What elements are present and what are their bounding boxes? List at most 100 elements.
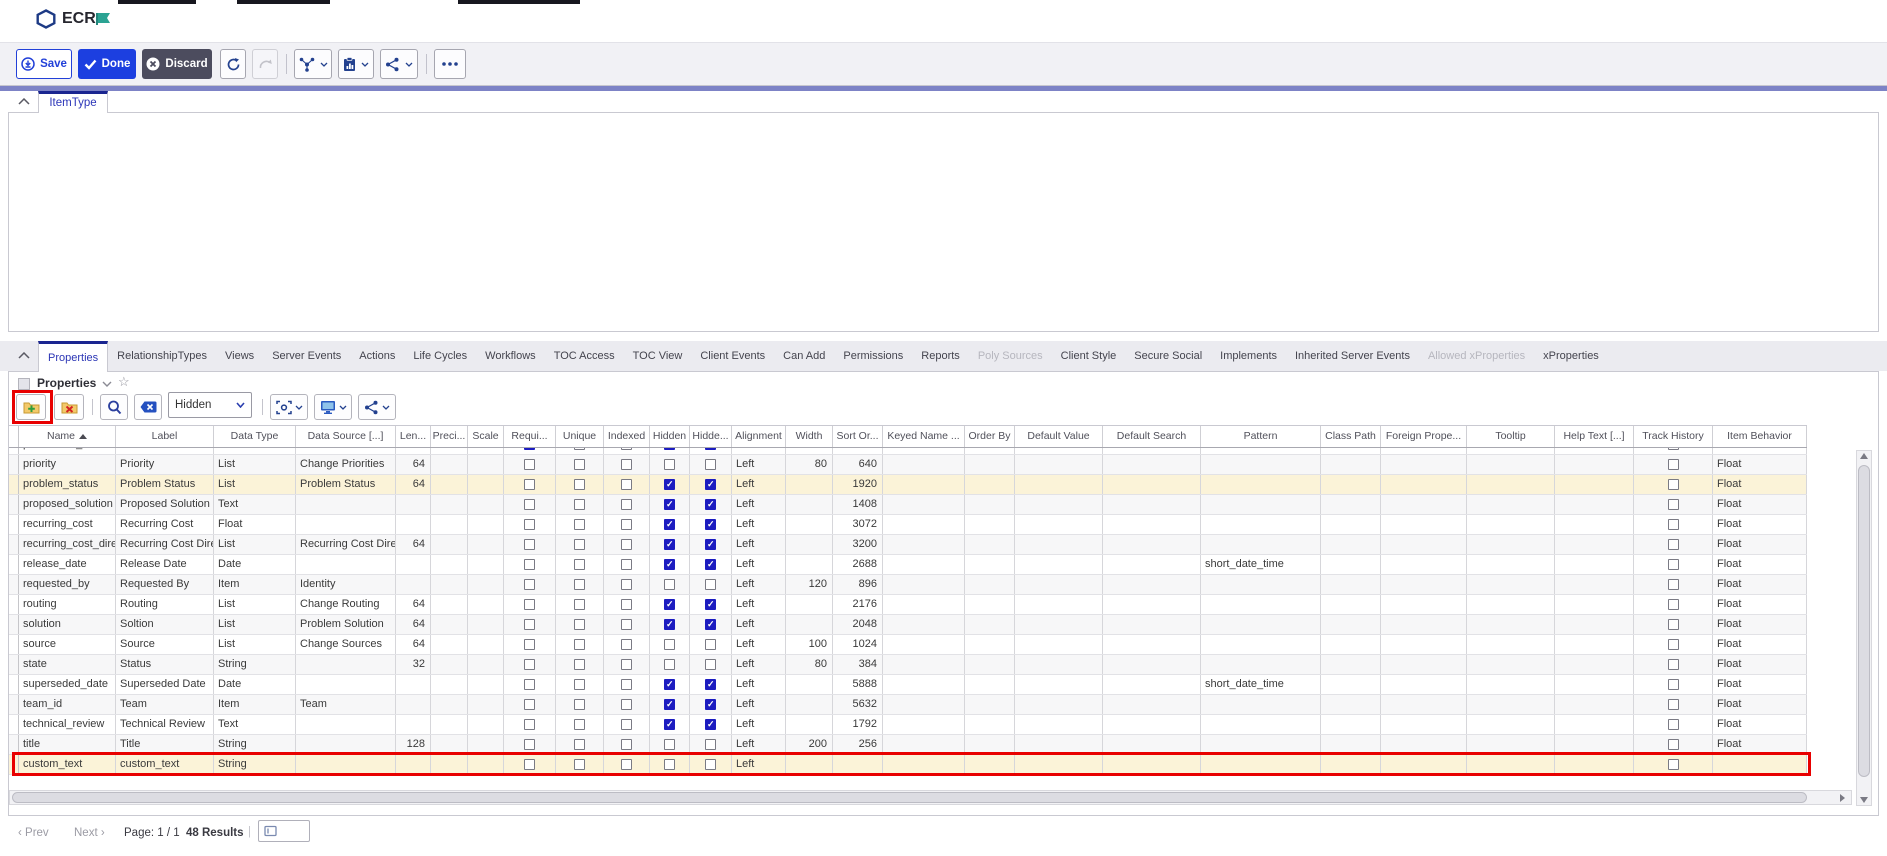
table-row-permission_id[interactable]: permission_idPermissionItemPermissionLef… <box>9 448 1807 455</box>
grid-cell-hidden2[interactable] <box>690 655 732 674</box>
grid-cell-tooltip[interactable] <box>1467 675 1555 694</box>
grid-cell-tooltip[interactable] <box>1467 615 1555 634</box>
grid-cell-hidden[interactable] <box>650 695 690 714</box>
grid-cell-default_search[interactable] <box>1103 695 1201 714</box>
grid-cell-data_source[interactable]: Team <box>296 695 396 714</box>
grid-cell-order_by[interactable] <box>965 675 1015 694</box>
grid-cell-preci[interactable] <box>431 475 468 494</box>
grid-cell-default_value[interactable] <box>1015 615 1103 634</box>
grid-cell-preci[interactable] <box>431 675 468 694</box>
grid-checkbox-unique[interactable] <box>574 459 585 470</box>
grid-cell-track_history[interactable] <box>1634 535 1713 554</box>
grid-cell-tooltip[interactable] <box>1467 755 1555 774</box>
grid-checkbox-hidden[interactable] <box>664 739 675 750</box>
grid-checkbox-track_history[interactable] <box>1668 599 1679 610</box>
grid-cell-hidden[interactable] <box>650 755 690 774</box>
grid-cell-len[interactable]: 64 <box>396 635 431 654</box>
grid-header-label[interactable]: Label <box>116 426 214 447</box>
grid-cell-alignment[interactable]: Left <box>732 595 786 614</box>
grid-cell-keyed_name[interactable] <box>883 455 965 474</box>
grid-cell-hidden2[interactable] <box>690 735 732 754</box>
grid-header-track_history[interactable]: Track History <box>1634 426 1713 447</box>
grid-cell-name[interactable]: recurring_cost <box>19 515 116 534</box>
grid-cell-data_source[interactable]: Recurring Cost Direc... <box>296 535 396 554</box>
grid-checkbox-unique[interactable] <box>574 659 585 670</box>
grid-cell-unique[interactable] <box>556 595 604 614</box>
grid-cell-required[interactable] <box>504 555 556 574</box>
grid-cell-pattern[interactable] <box>1201 595 1321 614</box>
grid-checkbox-indexed[interactable] <box>621 739 632 750</box>
grid-cell-default_value[interactable] <box>1015 735 1103 754</box>
grid-cell-data_source[interactable]: Problem Solution <box>296 615 396 634</box>
grid-cell-indexed[interactable] <box>604 715 650 734</box>
table-row-requested_by[interactable]: requested_byRequested ByItemIdentityLeft… <box>9 575 1807 595</box>
grid-cell-unique[interactable] <box>556 515 604 534</box>
grid-checkbox-hidden2[interactable] <box>705 699 716 710</box>
collapse-form-chevron-icon[interactable] <box>18 98 30 105</box>
grid-cell-indexed[interactable] <box>604 615 650 634</box>
grid-cell-track_history[interactable] <box>1634 735 1713 754</box>
grid-cell-data_type[interactable]: List <box>214 595 296 614</box>
grid-cell-hidden2[interactable] <box>690 675 732 694</box>
grid-cell-default_value[interactable] <box>1015 635 1103 654</box>
grid-checkbox-hidden2[interactable] <box>705 579 716 590</box>
grid-cell-indexed[interactable] <box>604 448 650 454</box>
grid-cell-keyed_name[interactable] <box>883 695 965 714</box>
grid-checkbox-hidden2[interactable] <box>705 659 716 670</box>
grid-cell-class_path[interactable] <box>1321 735 1381 754</box>
grid-cell-label[interactable]: Title <box>116 735 214 754</box>
horizontal-scrollbar-thumb[interactable] <box>12 792 1807 803</box>
scroll-up-arrow-icon[interactable] <box>1860 453 1868 459</box>
grid-cell-alignment[interactable]: Left <box>732 495 786 514</box>
grid-cell-hidden[interactable] <box>650 635 690 654</box>
grid-cell-class_path[interactable] <box>1321 695 1381 714</box>
grid-cell-indexed[interactable] <box>604 595 650 614</box>
grid-cell-default_search[interactable] <box>1103 448 1201 454</box>
grid-cell-required[interactable] <box>504 675 556 694</box>
grid-cell-len[interactable] <box>396 675 431 694</box>
grid-cell-preci[interactable] <box>431 695 468 714</box>
grid-checkbox-hidden[interactable] <box>664 448 675 450</box>
grid-cell-indexed[interactable] <box>604 695 650 714</box>
grid-cell-width[interactable] <box>786 495 833 514</box>
grid-checkbox-hidden[interactable] <box>664 719 675 730</box>
grid-cell-pattern[interactable] <box>1201 655 1321 674</box>
grid-cell-track_history[interactable] <box>1634 495 1713 514</box>
grid-cell-keyed_name[interactable] <box>883 575 965 594</box>
grid-cell-class_path[interactable] <box>1321 495 1381 514</box>
grid-cell-name[interactable]: state <box>19 655 116 674</box>
grid-checkbox-indexed[interactable] <box>621 539 632 550</box>
grid-cell-unique[interactable] <box>556 475 604 494</box>
grid-cell-tooltip[interactable] <box>1467 555 1555 574</box>
grid-checkbox-indexed[interactable] <box>621 459 632 470</box>
grid-cell-width[interactable] <box>786 535 833 554</box>
grid-cell-len[interactable]: 64 <box>396 595 431 614</box>
grid-cell-order_by[interactable] <box>965 755 1015 774</box>
grid-cell-preci[interactable] <box>431 535 468 554</box>
grid-cell-help_text[interactable] <box>1555 495 1634 514</box>
grid-checkbox-hidden2[interactable] <box>705 599 716 610</box>
grid-cell-required[interactable] <box>504 595 556 614</box>
grid-cell-preci[interactable] <box>431 655 468 674</box>
grid-header-item_behavior[interactable]: Item Behavior <box>1713 426 1807 447</box>
grid-header-indexed[interactable]: Indexed <box>604 426 650 447</box>
grid-checkbox-required[interactable] <box>524 499 535 510</box>
scroll-down-arrow-icon[interactable] <box>1860 797 1868 803</box>
grid-cell-hidden[interactable] <box>650 735 690 754</box>
grid-cell-hidden2[interactable] <box>690 635 732 654</box>
grid-cell-required[interactable] <box>504 448 556 454</box>
grid-cell-sort_order[interactable]: 1408 <box>833 495 883 514</box>
grid-cell-tooltip[interactable] <box>1467 515 1555 534</box>
grid-cell-default_search[interactable] <box>1103 515 1201 534</box>
grid-checkbox-unique[interactable] <box>574 448 585 450</box>
grid-cell-hidden[interactable] <box>650 715 690 734</box>
grid-cell-order_by[interactable] <box>965 695 1015 714</box>
grid-cell-item_behavior[interactable]: Float <box>1713 495 1807 514</box>
grid-cell-name[interactable]: requested_by <box>19 575 116 594</box>
grid-cell-name[interactable]: release_date <box>19 555 116 574</box>
grid-checkbox-hidden[interactable] <box>664 659 675 670</box>
grid-checkbox-indexed[interactable] <box>621 699 632 710</box>
grid-cell-name[interactable]: recurring_cost_direc... <box>19 535 116 554</box>
display-layout-button[interactable] <box>314 394 352 420</box>
grid-cell-tooltip[interactable] <box>1467 715 1555 734</box>
